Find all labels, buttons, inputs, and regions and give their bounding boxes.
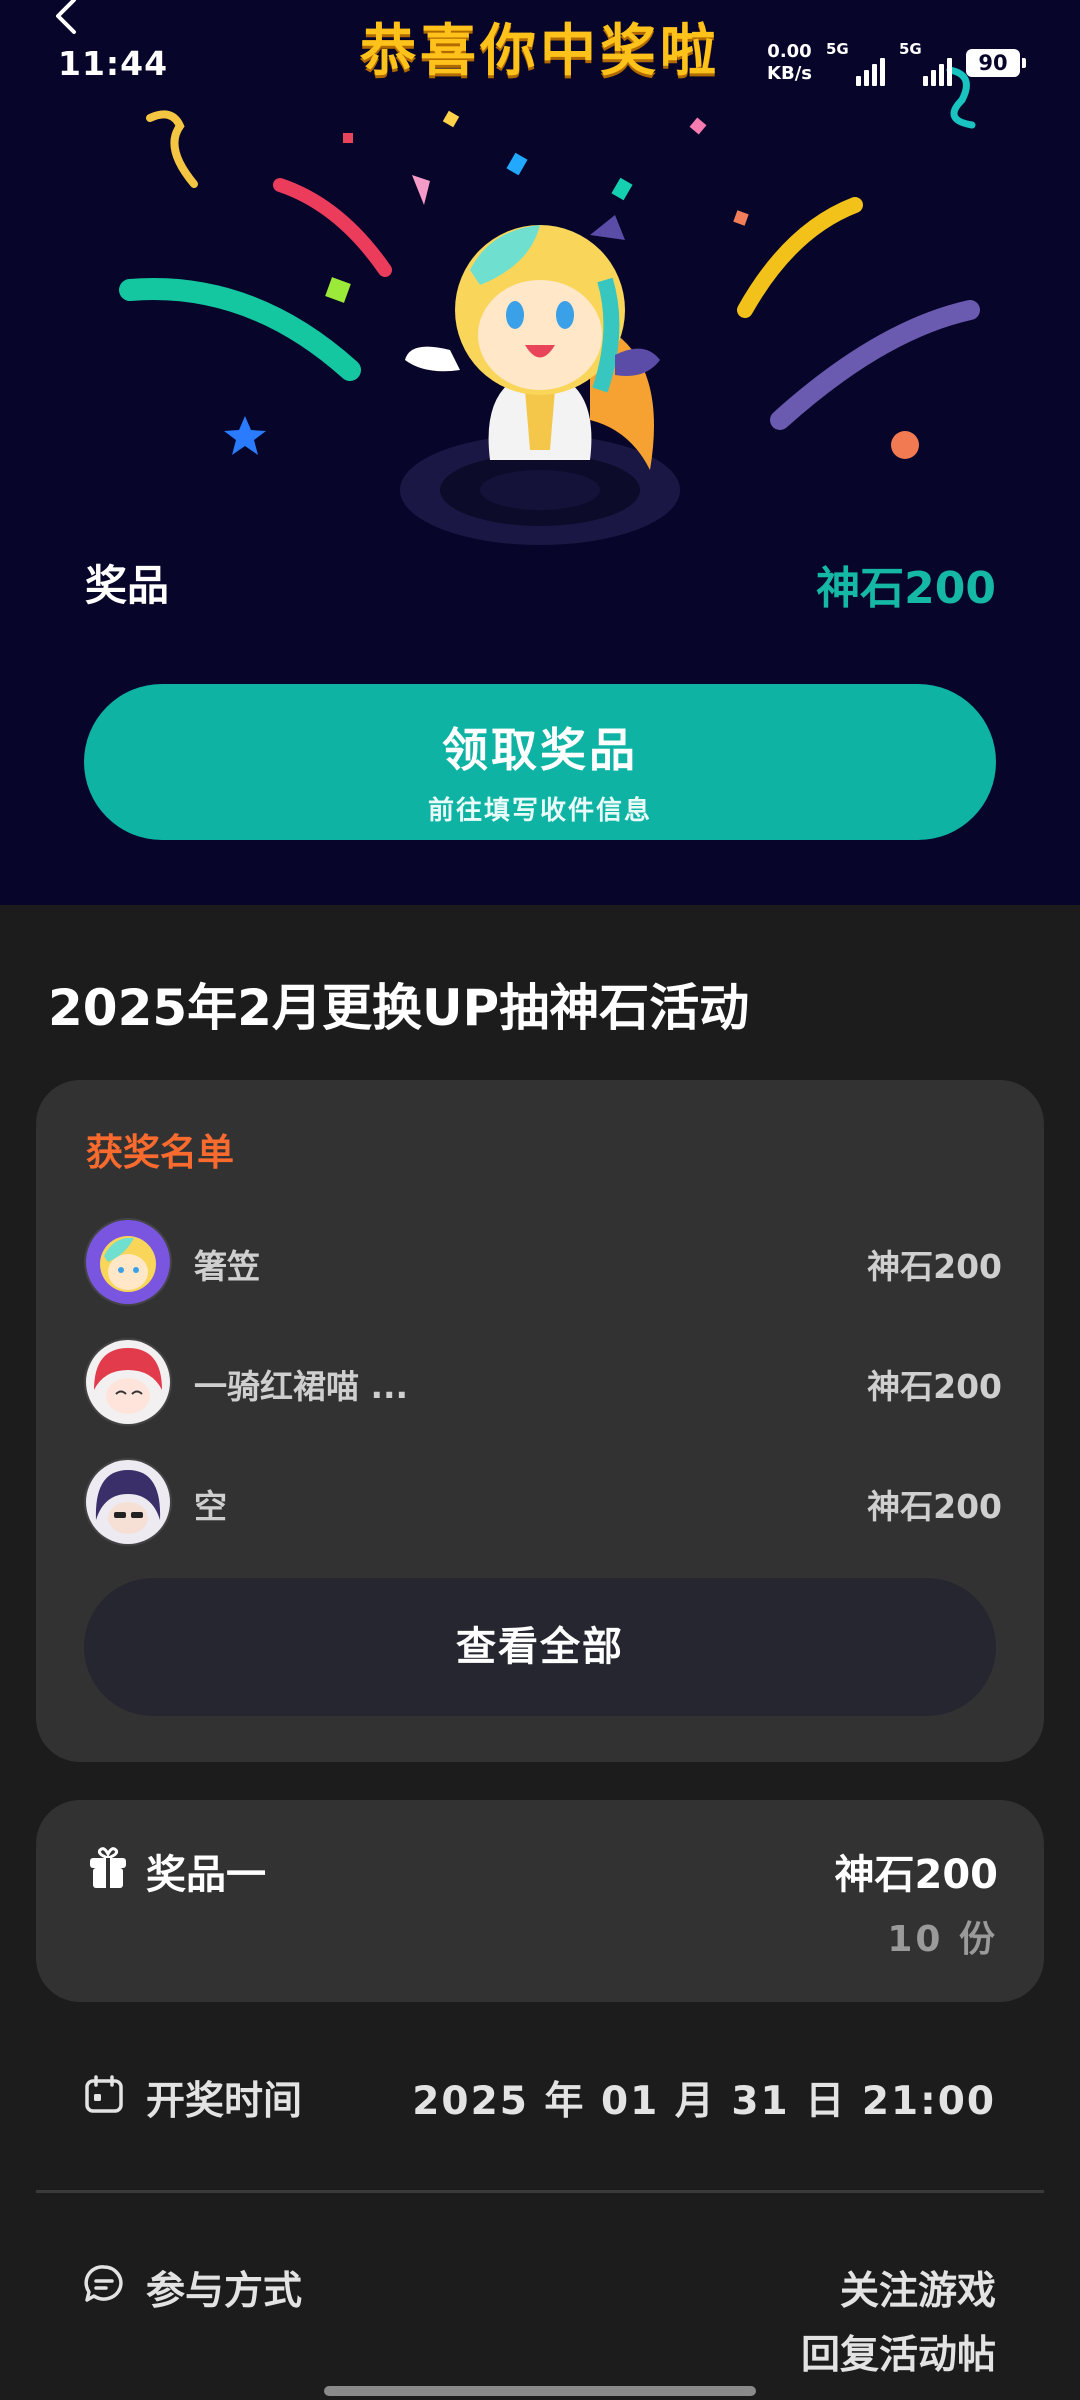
winner-name: 箸笠: [194, 1247, 260, 1286]
winners-heading: 获奖名单: [86, 1131, 234, 1174]
participation-label: 参与方式: [146, 2269, 303, 2314]
prize-value: 神石200: [816, 563, 996, 614]
prize-card: 奖品一 神石200 10 份: [36, 1800, 1044, 2002]
chat-bubble-icon: [84, 2265, 123, 2302]
calendar-icon: [85, 2075, 123, 2113]
prize-hero-banner: 11:44 恭喜你中奖啦 0.00 KB/s 5G 5G 90 奖品 神石200…: [0, 0, 1080, 905]
draw-time-value: 2025 年 01 月 31 日 21:00: [412, 2079, 996, 2124]
winner-row[interactable]: 空 神石200: [84, 1458, 1002, 1546]
avatar: [84, 1458, 172, 1546]
network-speed-value: 0.00: [767, 41, 812, 62]
prize-count: 10 份: [887, 1919, 998, 1960]
signal-label-1: 5G: [826, 40, 849, 58]
claim-prize-button[interactable]: 领取奖品 前往填写收件信息: [84, 684, 996, 840]
divider: [36, 2190, 1044, 2193]
avatar: [84, 1338, 172, 1426]
winner-row[interactable]: 箸笠 神石200: [84, 1218, 1002, 1306]
participation-method-reply: 回复活动帖: [800, 2333, 996, 2378]
prize-label: 奖品: [85, 561, 170, 610]
winner-prize: 神石200: [867, 1487, 1002, 1526]
participation-row: 参与方式 关注游戏 回复活动帖: [84, 2258, 996, 2378]
winners-card: 获奖名单 箸笠 神石200 一骑红裙喵 ... 神石200 空 神石200 查看…: [36, 1080, 1044, 1762]
network-speed: 0.00 KB/s: [767, 41, 812, 85]
view-all-button[interactable]: 查看全部: [84, 1578, 996, 1716]
prize-amount: 神石200: [834, 1852, 999, 1898]
prize-name: 奖品一: [146, 1852, 266, 1898]
participation-method-follow: 关注游戏: [839, 2269, 996, 2314]
winner-prize: 神石200: [867, 1247, 1002, 1286]
activity-title: 2025年2月更换UP抽神石活动: [48, 979, 750, 1037]
signal-strength-icon-2: 5G: [899, 40, 952, 86]
gift-icon: [90, 1847, 126, 1888]
winner-name: 空: [194, 1487, 227, 1526]
network-speed-unit: KB/s: [767, 63, 812, 84]
winner-prize: 神石200: [867, 1367, 1002, 1406]
avatar: [84, 1218, 172, 1306]
winner-row[interactable]: 一骑红裙喵 ... 神石200: [84, 1338, 1002, 1426]
home-indicator[interactable]: [324, 2386, 756, 2396]
claim-button-sublabel: 前往填写收件信息: [427, 796, 652, 826]
status-indicators: 0.00 KB/s 5G 5G 90: [767, 40, 1026, 86]
mascot-illustration: [400, 215, 680, 545]
battery-icon: 90: [966, 49, 1026, 77]
draw-time-label: 开奖时间: [146, 2079, 303, 2124]
signal-strength-icon: 5G: [826, 40, 885, 86]
claim-button-label: 领取奖品: [442, 723, 638, 777]
draw-time-row: 开奖时间 2025 年 01 月 31 日 21:00: [84, 2068, 996, 2128]
winner-name: 一骑红裙喵 ...: [194, 1367, 409, 1406]
signal-label-2: 5G: [899, 40, 922, 58]
